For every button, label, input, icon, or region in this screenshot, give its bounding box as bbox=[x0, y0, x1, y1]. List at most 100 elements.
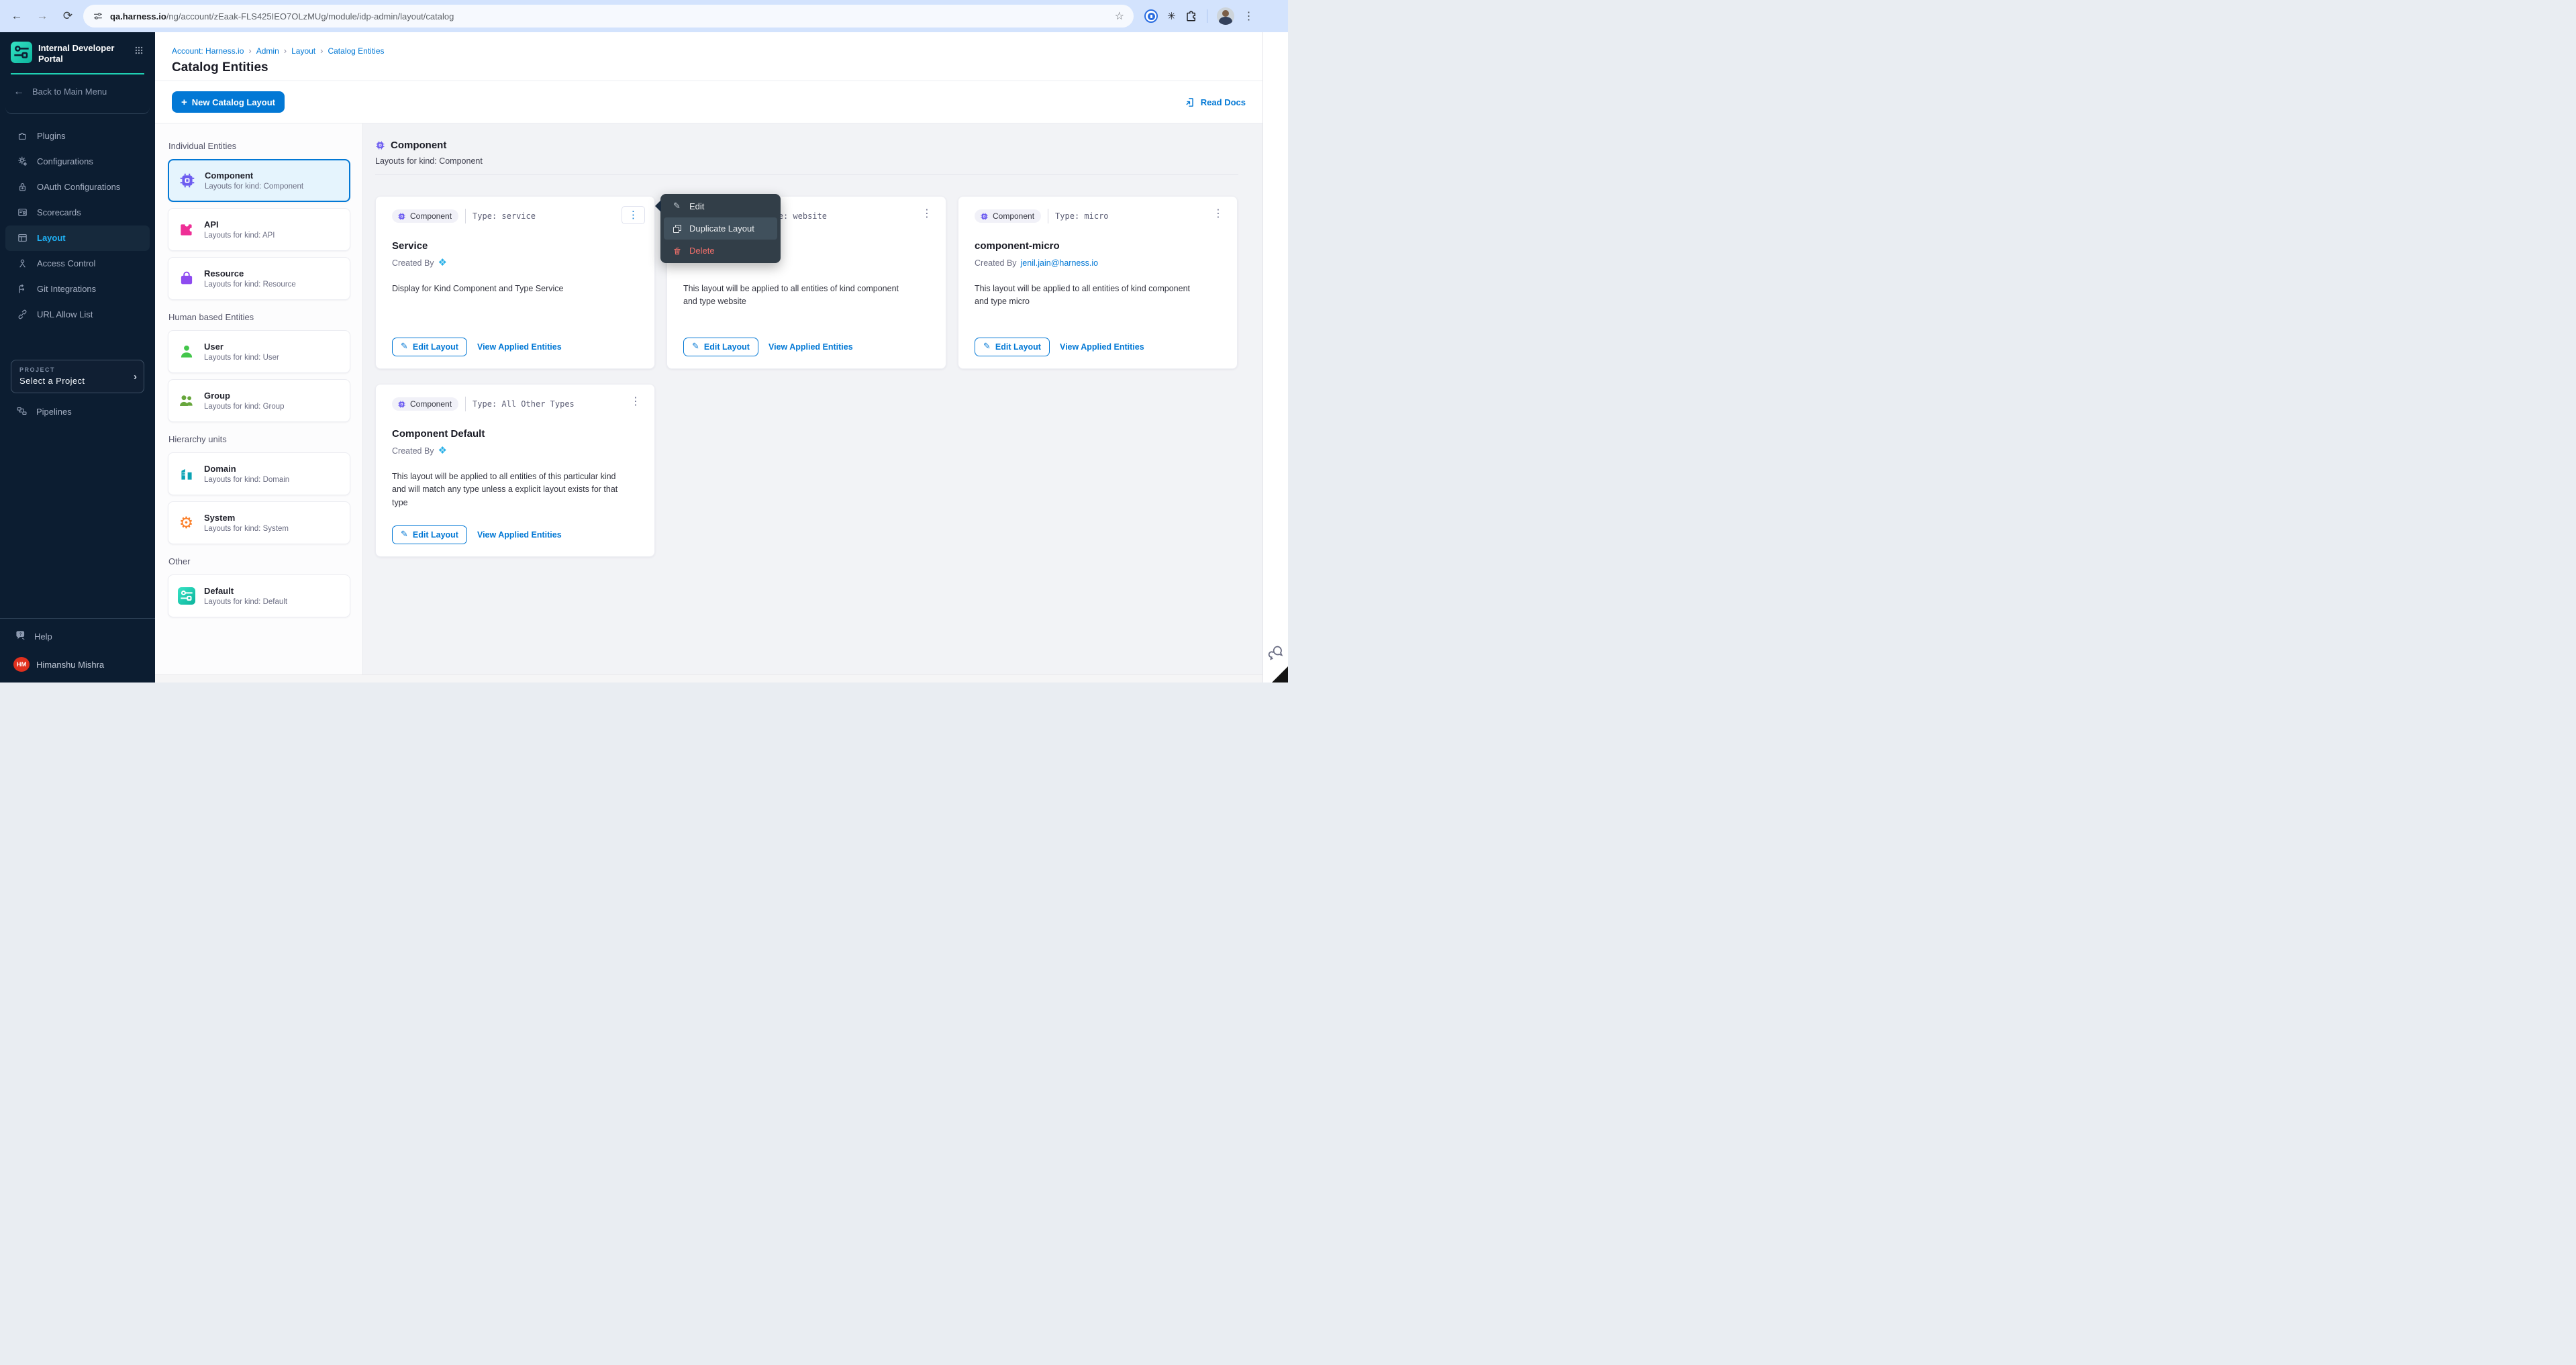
component-chip-icon bbox=[178, 172, 196, 189]
sidebar-item-scorecards[interactable]: Scorecards bbox=[0, 200, 155, 225]
new-catalog-layout-button[interactable]: + New Catalog Layout bbox=[172, 91, 285, 113]
entity-kind-api[interactable]: API Layouts for kind: API bbox=[168, 208, 350, 251]
creator-email-link[interactable]: jenil.jain@harness.io bbox=[1021, 258, 1099, 268]
entity-kind-resource[interactable]: Resource Layouts for kind: Resource bbox=[168, 257, 350, 300]
read-docs-link[interactable]: Read Docs bbox=[1185, 97, 1246, 108]
component-badge: Component bbox=[975, 209, 1041, 223]
entity-kind-component[interactable]: Component Layouts for kind: Component bbox=[168, 159, 350, 202]
extension-spinner-icon[interactable]: ✳ bbox=[1167, 10, 1176, 22]
pencil-icon: ✎ bbox=[401, 529, 408, 540]
sidebar-item-access-control[interactable]: Access Control bbox=[0, 251, 155, 276]
sidebar-item-plugins[interactable]: Plugins bbox=[0, 123, 155, 149]
breadcrumb-admin[interactable]: Admin bbox=[256, 46, 279, 56]
scorecards-icon bbox=[16, 207, 28, 218]
chat-widget-icon[interactable] bbox=[1267, 643, 1285, 665]
entity-kind-system[interactable]: ⚙ System Layouts for kind: System bbox=[168, 501, 350, 544]
edit-layout-button[interactable]: ✎ Edit Layout bbox=[392, 338, 467, 356]
card-menu-kebab-icon[interactable]: ⋮ bbox=[626, 394, 645, 409]
sidebar-item-git-integrations[interactable]: Git Integrations bbox=[0, 276, 155, 302]
section-label: Other bbox=[168, 556, 350, 566]
chevron-right-icon: › bbox=[248, 46, 251, 56]
pipelines-icon bbox=[16, 405, 28, 419]
edit-layout-button[interactable]: ✎ Edit Layout bbox=[392, 525, 467, 544]
user-profile[interactable]: HM Himanshu Mishra bbox=[0, 650, 155, 676]
context-menu-caret bbox=[655, 200, 661, 212]
kind-title: Component bbox=[391, 140, 446, 151]
address-bar[interactable]: qa.harness.io/ng/account/zEaak-FLS425IEO… bbox=[83, 5, 1134, 28]
layout-title: Component Default bbox=[392, 428, 638, 440]
sidebar-item-oauth-configurations[interactable]: OAuth Configurations bbox=[0, 174, 155, 200]
divider bbox=[375, 174, 1238, 175]
browser-menu-icon[interactable]: ⋮ bbox=[1244, 9, 1254, 23]
toolbar: + New Catalog Layout Read Docs bbox=[155, 81, 1262, 123]
component-chip-icon bbox=[375, 140, 385, 150]
sidebar-nav: Plugins Configurations bbox=[0, 123, 155, 327]
browser-back-button[interactable]: ← bbox=[7, 6, 27, 26]
section-label: Human based Entities bbox=[168, 312, 350, 322]
section-label: Hierarchy units bbox=[168, 434, 350, 444]
sidebar-item-pipelines[interactable]: Pipelines bbox=[0, 393, 155, 431]
sidebar-section-divider bbox=[5, 107, 150, 114]
project-selector[interactable]: PROJECT Select a Project › bbox=[11, 360, 144, 393]
pencil-icon: ✎ bbox=[983, 342, 991, 352]
type-text: Type: service bbox=[473, 211, 536, 221]
component-chip-icon bbox=[397, 212, 406, 221]
menu-item-delete[interactable]: Delete bbox=[664, 240, 777, 262]
sidebar-item-layout[interactable]: Layout bbox=[5, 225, 150, 251]
bookmark-star-icon[interactable]: ☆ bbox=[1115, 9, 1124, 23]
right-gutter bbox=[1262, 32, 1288, 682]
created-by: Created By ❖ bbox=[392, 445, 638, 456]
help-button[interactable]: ? Help bbox=[0, 621, 155, 650]
menu-item-edit[interactable]: ✎ Edit bbox=[664, 195, 777, 217]
entity-kind-user[interactable]: User Layouts for kind: User bbox=[168, 330, 350, 373]
arrow-left-icon: ← bbox=[13, 86, 24, 98]
chevron-right-icon: › bbox=[320, 46, 323, 56]
card-menu-kebab-icon[interactable]: ⋮ bbox=[622, 206, 645, 224]
sidebar-footer: ? Help HM Himanshu Mishra bbox=[0, 618, 155, 682]
sidebar-item-configurations[interactable]: Configurations bbox=[0, 149, 155, 174]
section-label: Individual Entities bbox=[168, 141, 350, 151]
edit-layout-button[interactable]: ✎ Edit Layout bbox=[683, 338, 758, 356]
kind-subtitle: Layouts for kind: Component bbox=[375, 156, 1238, 166]
app-switcher-icon[interactable] bbox=[132, 42, 146, 55]
link-icon bbox=[16, 309, 28, 320]
git-branch-icon bbox=[16, 283, 28, 295]
breadcrumb-account[interactable]: Account: Harness.io bbox=[172, 46, 244, 56]
site-settings-icon[interactable] bbox=[93, 11, 103, 21]
entity-kind-group[interactable]: Group Layouts for kind: Group bbox=[168, 379, 350, 422]
default-logo-icon bbox=[177, 587, 195, 605]
user-avatar: HM bbox=[13, 657, 30, 672]
breadcrumb-layout[interactable]: Layout bbox=[291, 46, 315, 56]
view-applied-entities-link[interactable]: View Applied Entities bbox=[477, 530, 562, 540]
menu-item-duplicate-layout[interactable]: Duplicate Layout bbox=[664, 217, 777, 240]
browser-profile-avatar[interactable] bbox=[1217, 7, 1234, 25]
layouts-main-area: Component Layouts for kind: Component bbox=[363, 123, 1262, 674]
view-applied-entities-link[interactable]: View Applied Entities bbox=[769, 342, 853, 352]
card-menu-kebab-icon[interactable]: ⋮ bbox=[918, 206, 936, 221]
sidebar: Internal Developer Portal ← Back to Main… bbox=[0, 32, 155, 682]
browser-refresh-button[interactable]: ⟳ bbox=[58, 6, 78, 26]
browser-forward-button[interactable]: → bbox=[32, 6, 52, 26]
breadcrumb-catalog-entities[interactable]: Catalog Entities bbox=[328, 46, 384, 56]
mouse-cursor bbox=[1268, 665, 1288, 682]
layout-card-service: Component Type: service ⋮ Service Create… bbox=[375, 196, 655, 369]
view-applied-entities-link[interactable]: View Applied Entities bbox=[1060, 342, 1144, 352]
user-icon bbox=[177, 343, 195, 360]
api-puzzle-icon bbox=[177, 221, 195, 238]
entity-kind-default[interactable]: Default Layouts for kind: Default bbox=[168, 574, 350, 617]
app-title: Internal Developer Portal bbox=[38, 42, 126, 65]
type-text: Type: All Other Types bbox=[473, 399, 575, 409]
entity-kind-panel: Individual Entities Component bbox=[155, 123, 363, 674]
view-applied-entities-link[interactable]: View Applied Entities bbox=[477, 342, 562, 352]
edit-layout-button[interactable]: ✎ Edit Layout bbox=[975, 338, 1050, 356]
entity-kind-domain[interactable]: Domain Layouts for kind: Domain bbox=[168, 452, 350, 495]
card-menu-kebab-icon[interactable]: ⋮ bbox=[1209, 206, 1228, 221]
trash-icon bbox=[672, 246, 682, 256]
card-context-menu: ✎ Edit Duplicate Layout bbox=[660, 194, 781, 263]
onepassword-extension-icon[interactable] bbox=[1144, 9, 1158, 23]
browser-extensions-area: ✳ ⋮ bbox=[1139, 7, 1260, 25]
extensions-puzzle-icon[interactable] bbox=[1185, 10, 1197, 22]
back-to-main-menu[interactable]: ← Back to Main Menu bbox=[0, 74, 155, 107]
chevron-right-icon: › bbox=[284, 46, 287, 56]
sidebar-item-url-allow-list[interactable]: URL Allow List bbox=[0, 302, 155, 327]
